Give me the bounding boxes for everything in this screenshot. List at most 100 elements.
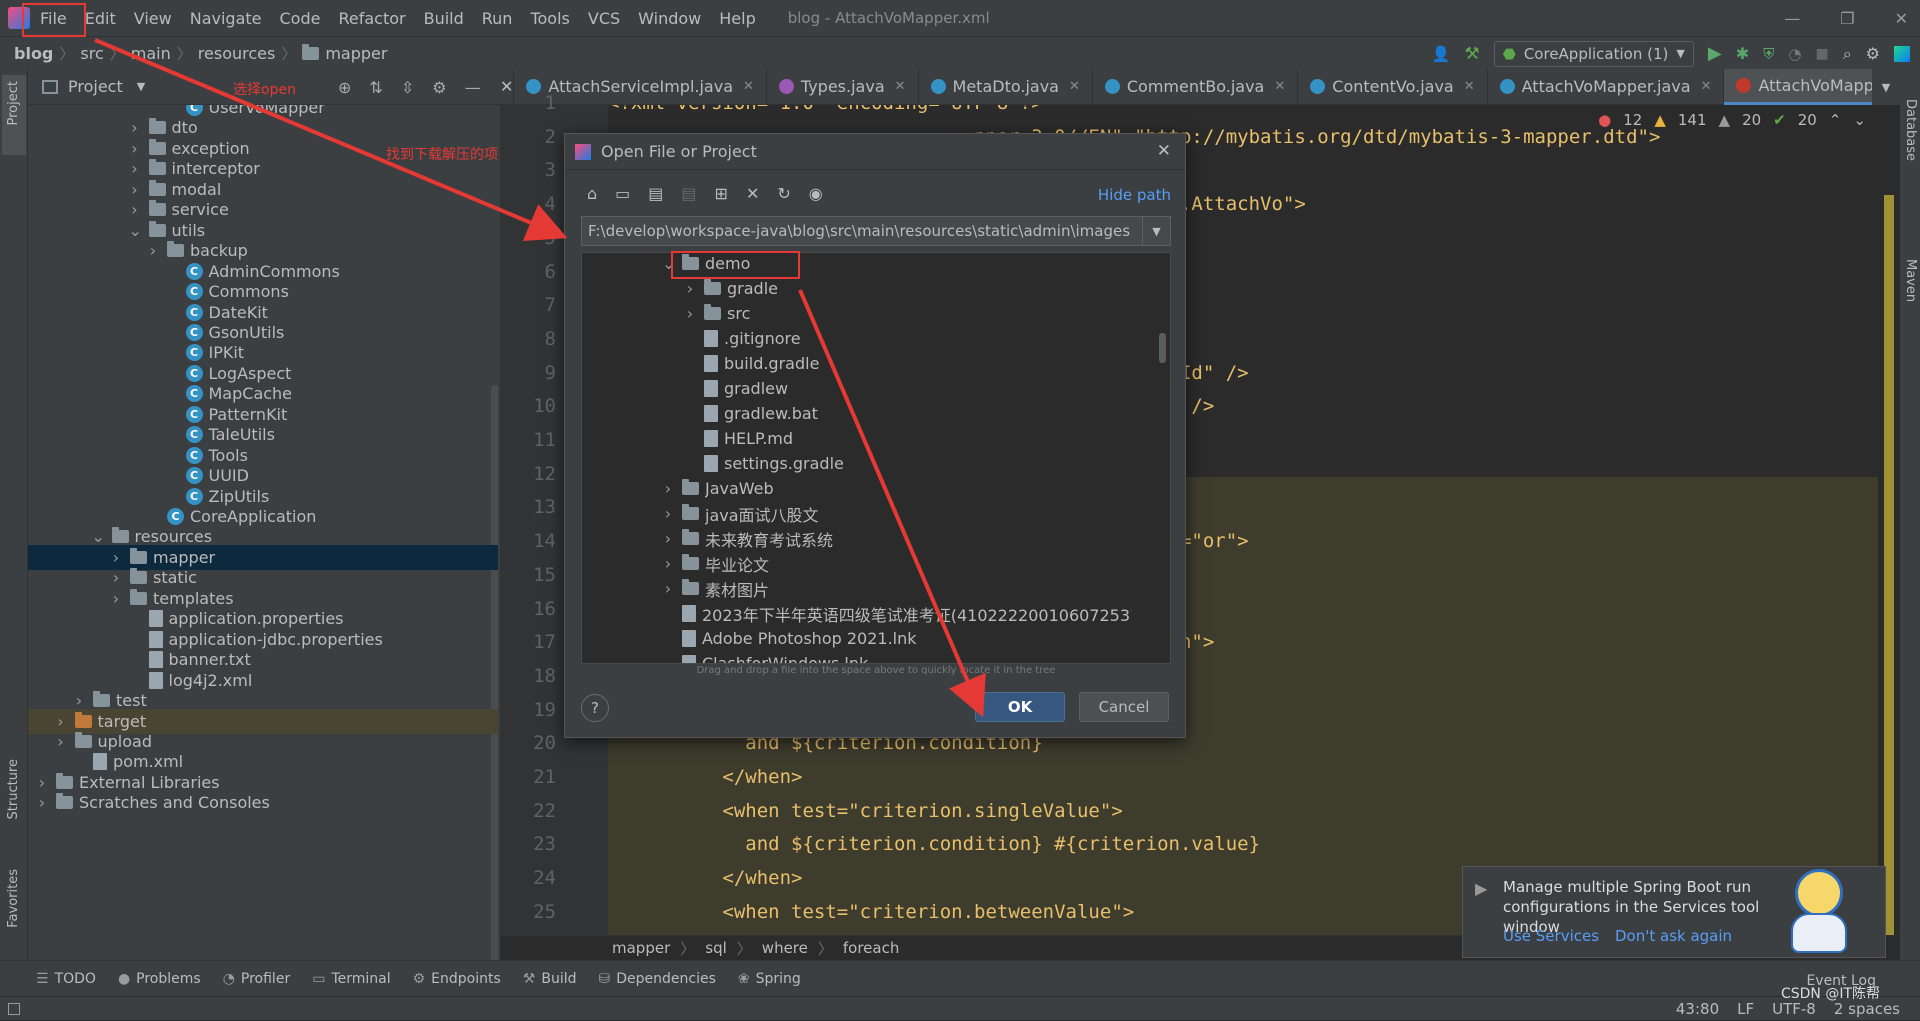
collapse-all-icon[interactable]: ⇳: [401, 78, 414, 97]
dont-ask-again-link[interactable]: Don't ask again: [1615, 927, 1732, 945]
dialog-tree-item[interactable]: › java面试八股文: [662, 501, 819, 526]
hammer-build-icon[interactable]: ⚒: [1464, 44, 1479, 64]
chevron-right-icon[interactable]: ›: [73, 691, 85, 710]
chevron-right-icon[interactable]: ›: [129, 200, 141, 219]
status-toggle-icon[interactable]: [8, 1002, 20, 1015]
tool-window-problems[interactable]: ● Problems: [118, 971, 201, 987]
dialog-tree-item[interactable]: › 素材图片: [662, 576, 769, 601]
tool-window-terminal[interactable]: ▭ Terminal: [312, 971, 390, 987]
dialog-close-icon[interactable]: ✕: [1157, 141, 1171, 161]
run-icon[interactable]: ▶: [1708, 43, 1722, 64]
chevron-right-icon[interactable]: ›: [662, 529, 674, 548]
path-field[interactable]: F:\develop\workspace-java\blog\src\main\…: [581, 216, 1171, 246]
dialog-tree-item[interactable]: › src: [684, 301, 750, 326]
close-window-icon[interactable]: ✕: [1895, 9, 1908, 28]
caret-position[interactable]: 43:80: [1676, 1000, 1719, 1018]
chevron-right-icon[interactable]: ›: [684, 279, 696, 298]
ok-button[interactable]: OK: [975, 692, 1065, 722]
breadcrumb-item[interactable]: resources: [198, 44, 276, 63]
maven-tool-tab[interactable]: Maven: [1903, 259, 1918, 302]
search-icon[interactable]: ⌕: [1843, 44, 1852, 64]
database-tool-tab[interactable]: Database: [1903, 99, 1918, 161]
use-services-link[interactable]: Use Services: [1503, 927, 1599, 945]
editor-breadcrumb-item[interactable]: where: [762, 939, 808, 957]
editor-breadcrumb-item[interactable]: mapper: [612, 939, 670, 957]
menu-vcs[interactable]: VCS: [588, 9, 620, 28]
chevron-right-icon[interactable]: ›: [129, 118, 141, 137]
breadcrumb-item[interactable]: main: [131, 44, 171, 63]
cancel-button[interactable]: Cancel: [1079, 692, 1169, 722]
tool-window-dependencies[interactable]: ⛁ Dependencies: [599, 971, 716, 987]
new-folder-icon[interactable]: ⊞: [715, 184, 728, 203]
editor-tab[interactable]: Types.java ✕: [767, 68, 919, 105]
dialog-tree-item[interactable]: ClashforWindows.lnk: [662, 651, 868, 663]
tab-list-chevron-icon[interactable]: ▼: [1872, 69, 1900, 105]
menu-refactor[interactable]: Refactor: [338, 9, 405, 28]
minimize-icon[interactable]: —: [1784, 9, 1800, 28]
jetbrains-toolbox-icon[interactable]: [1894, 45, 1910, 62]
tab-close-icon[interactable]: ✕: [743, 79, 754, 94]
tool-window-endpoints[interactable]: ⚙ Endpoints: [413, 971, 501, 987]
menu-tools[interactable]: Tools: [530, 9, 569, 28]
chevron-right-icon[interactable]: ›: [662, 479, 674, 498]
chevron-right-icon[interactable]: ›: [36, 773, 48, 792]
editor-tab[interactable]: CommentBo.java ✕: [1093, 68, 1299, 105]
delete-icon[interactable]: ✕: [746, 184, 759, 203]
chevron-right-icon[interactable]: ›: [36, 793, 48, 812]
dialog-tree-item[interactable]: HELP.md: [684, 426, 793, 451]
editor-tab[interactable]: MetaDto.java ✕: [919, 68, 1093, 105]
chevron-down-icon[interactable]: ⌄: [1853, 111, 1866, 129]
tab-close-icon[interactable]: ✕: [1701, 79, 1712, 94]
chevron-right-icon[interactable]: ›: [110, 589, 122, 608]
chevron-right-icon[interactable]: ›: [110, 548, 122, 567]
desktop-icon[interactable]: ▭: [615, 184, 630, 203]
breadcrumb-item[interactable]: blog: [14, 44, 53, 63]
chevron-right-icon[interactable]: ›: [55, 732, 67, 751]
dialog-tree-item[interactable]: › JavaWeb: [662, 476, 774, 501]
tool-window-spring[interactable]: ❀ Spring: [738, 971, 801, 987]
restore-icon[interactable]: ❐: [1840, 9, 1854, 28]
menu-code[interactable]: Code: [280, 9, 321, 28]
tab-close-icon[interactable]: ✕: [1274, 79, 1285, 94]
editor-tab[interactable]: AttachVoMapper.java ✕: [1488, 68, 1725, 105]
chevron-up-icon[interactable]: ⌃: [1829, 111, 1842, 129]
project-tool-tab[interactable]: Project: [6, 81, 21, 125]
dialog-tree-scrollbar[interactable]: [1159, 333, 1166, 363]
locate-icon[interactable]: ⊕: [338, 78, 351, 97]
chevron-right-icon[interactable]: ›: [129, 159, 141, 178]
dialog-tree-item[interactable]: › 毕业论文: [662, 551, 769, 576]
run-config-select[interactable]: ⬣ CoreApplication (1) ▼: [1493, 40, 1694, 67]
breadcrumb-item[interactable]: src: [80, 44, 103, 63]
tool-window-todo[interactable]: ☰ TODO: [36, 971, 96, 987]
chevron-right-icon[interactable]: ›: [662, 579, 674, 598]
tool-window-build[interactable]: ⚒ Build: [523, 971, 577, 987]
chevron-right-icon[interactable]: ›: [129, 139, 141, 158]
tab-close-icon[interactable]: ✕: [1069, 79, 1080, 94]
chevron-right-icon[interactable]: ›: [129, 180, 141, 199]
chevron-right-icon[interactable]: ›: [110, 568, 122, 587]
menu-help[interactable]: Help: [719, 9, 755, 28]
tab-close-left-icon[interactable]: ✕: [500, 68, 515, 105]
chevron-down-icon[interactable]: ⌄: [92, 527, 105, 546]
debug-icon[interactable]: ✱: [1736, 44, 1749, 63]
show-hidden-icon[interactable]: ◉: [809, 184, 823, 203]
editor-scroll-markers[interactable]: [1878, 105, 1900, 935]
dialog-tree-item[interactable]: build.gradle: [684, 351, 819, 376]
profile-icon[interactable]: ◔: [1788, 45, 1801, 63]
expand-all-icon[interactable]: ⇅: [369, 78, 382, 97]
structure-tool-tab[interactable]: Structure: [6, 759, 21, 819]
help-button[interactable]: ?: [581, 694, 609, 722]
dialog-tree-item[interactable]: 2023年下半年英语四级笔试准考证(410222200106072531).pd…: [662, 601, 1132, 626]
gear-icon[interactable]: ⚙: [432, 78, 446, 97]
home-icon[interactable]: ⌂: [587, 184, 597, 203]
editor-breadcrumb-item[interactable]: sql: [705, 939, 727, 957]
dialog-tree-item[interactable]: settings.gradle: [684, 451, 844, 476]
chevron-right-icon[interactable]: ›: [662, 554, 674, 573]
dialog-tree-item[interactable]: .gitignore: [684, 326, 801, 351]
menu-view[interactable]: View: [134, 9, 172, 28]
dialog-tree-item[interactable]: gradlew: [684, 376, 788, 401]
project-panel-title[interactable]: Project: [68, 77, 123, 96]
module-folder-icon[interactable]: ▤: [681, 184, 696, 203]
line-separator[interactable]: LF: [1737, 1000, 1754, 1018]
menu-edit[interactable]: Edit: [85, 9, 116, 28]
